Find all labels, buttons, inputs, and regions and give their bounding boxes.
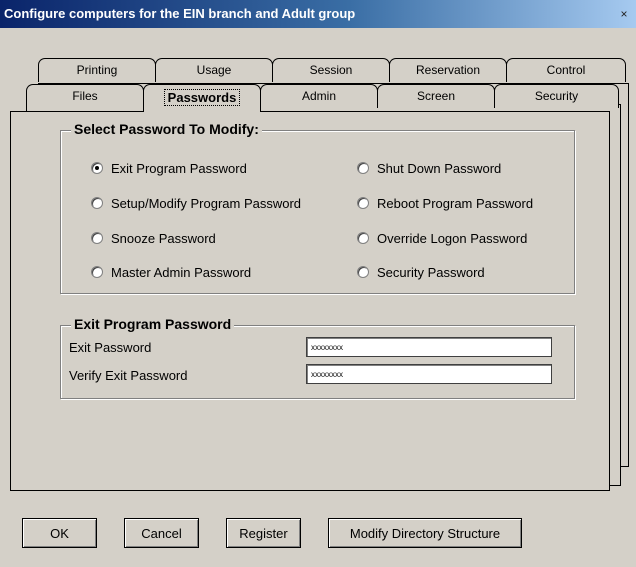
radio-button[interactable]: [357, 162, 369, 174]
radio-reboot-program-password[interactable]: Reboot Program Password: [357, 194, 533, 212]
radio-button[interactable]: [91, 266, 103, 278]
close-icon[interactable]: ×: [618, 8, 630, 20]
radio-button[interactable]: [91, 162, 103, 174]
register-button[interactable]: Register: [226, 518, 301, 548]
tab-admin[interactable]: Admin: [260, 84, 378, 108]
radio-label: Shut Down Password: [377, 160, 502, 176]
radio-exit-program-password[interactable]: Exit Program Password: [91, 159, 247, 177]
tab-security[interactable]: Security: [494, 84, 619, 108]
tab-label: Printing: [76, 63, 118, 77]
tab-label: Files: [72, 89, 98, 103]
verify-exit-password-label: Verify Exit Password: [69, 368, 188, 383]
radio-setup-modify-program-password[interactable]: Setup/Modify Program Password: [91, 194, 301, 212]
tab-label: Usage: [196, 63, 232, 77]
tab-printing[interactable]: Printing: [38, 58, 156, 82]
radio-button[interactable]: [357, 266, 369, 278]
tab-label: Reservation: [415, 63, 481, 77]
exit-password-input[interactable]: [306, 337, 552, 357]
tab-label: Screen: [416, 89, 456, 103]
select-password-group: Select Password To Modify: Exit Program …: [60, 121, 575, 294]
cancel-button[interactable]: Cancel: [124, 518, 199, 548]
ok-button[interactable]: OK: [22, 518, 97, 548]
radio-label: Snooze Password: [111, 230, 216, 246]
tab-screen[interactable]: Screen: [377, 84, 495, 108]
radio-button[interactable]: [91, 197, 103, 209]
tab-label: Passwords: [163, 89, 241, 106]
exit-program-password-legend: Exit Program Password: [71, 316, 235, 332]
tab-label: Control: [546, 63, 586, 77]
radio-label: Master Admin Password: [111, 264, 252, 280]
radio-shut-down-password[interactable]: Shut Down Password: [357, 159, 501, 177]
tab-control[interactable]: Control: [506, 58, 626, 82]
radio-label: Exit Program Password: [111, 160, 247, 176]
tab-usage[interactable]: Usage: [155, 58, 273, 82]
radio-button[interactable]: [91, 232, 103, 244]
passwords-panel: Select Password To Modify: Exit Program …: [10, 111, 610, 491]
window-title: Configure computers for the EIN branch a…: [4, 6, 356, 21]
tab-session[interactable]: Session: [272, 58, 390, 82]
radio-label: Reboot Program Password: [377, 195, 534, 211]
tab-label: Security: [534, 89, 579, 103]
tab-files[interactable]: Files: [26, 84, 144, 108]
radio-button[interactable]: [357, 197, 369, 209]
radio-override-logon-password[interactable]: Override Logon Password: [357, 229, 527, 247]
radio-security-password[interactable]: Security Password: [357, 263, 485, 281]
exit-program-password-group: Exit Program Password Exit Password Veri…: [60, 316, 575, 399]
select-password-legend: Select Password To Modify:: [71, 121, 262, 137]
title-bar[interactable]: Configure computers for the EIN branch a…: [0, 0, 636, 28]
radio-label: Setup/Modify Program Password: [111, 195, 302, 211]
tab-label: Admin: [301, 89, 336, 103]
tab-reservation[interactable]: Reservation: [389, 58, 507, 82]
exit-password-label: Exit Password: [69, 340, 152, 355]
configure-dialog: Configure computers for the EIN branch a…: [0, 0, 636, 567]
radio-label: Security Password: [377, 264, 485, 280]
modify-directory-structure-button[interactable]: Modify Directory Structure: [328, 518, 522, 548]
radio-master-admin-password[interactable]: Master Admin Password: [91, 263, 251, 281]
radio-button[interactable]: [357, 232, 369, 244]
radio-label: Override Logon Password: [377, 230, 528, 246]
verify-exit-password-input[interactable]: [306, 364, 552, 384]
tab-passwords[interactable]: Passwords: [143, 84, 261, 112]
tab-label: Session: [309, 63, 353, 77]
radio-snooze-password[interactable]: Snooze Password: [91, 229, 216, 247]
